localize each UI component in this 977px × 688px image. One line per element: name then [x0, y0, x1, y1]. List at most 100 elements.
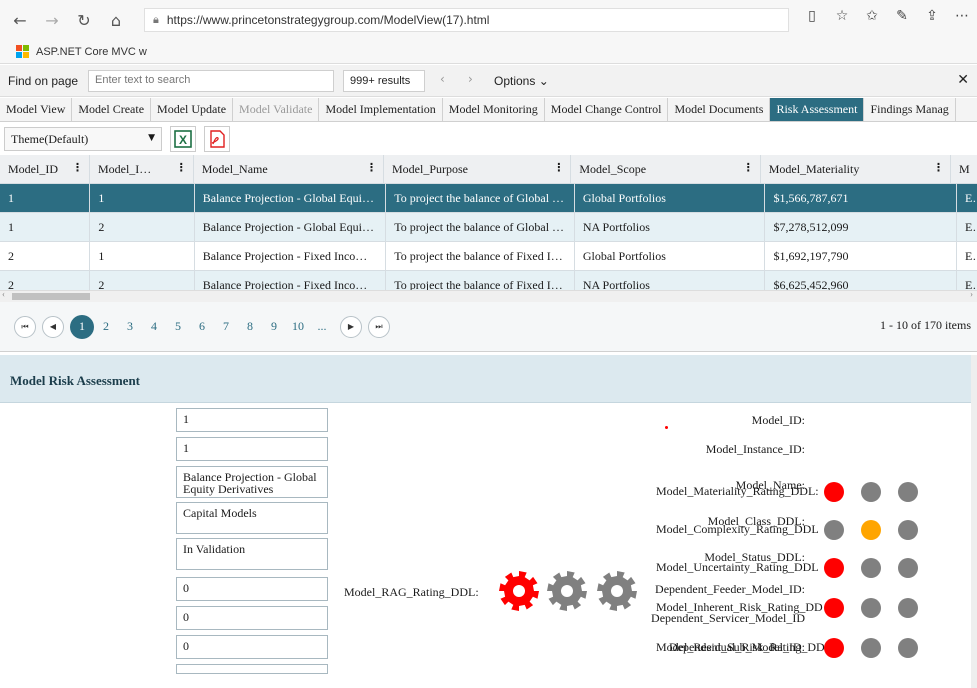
page-number[interactable]: 6	[190, 315, 214, 339]
tab-findings-manag[interactable]: Findings Manag	[864, 98, 956, 121]
rating-dot[interactable]	[861, 482, 881, 502]
rating-dot[interactable]	[898, 558, 918, 578]
table-cell: To project the balance of Fixed I…	[386, 242, 575, 270]
column-header-label: Model_I…	[97, 162, 152, 176]
field-input[interactable]: 1	[176, 408, 328, 432]
favorites-hub-icon[interactable]: ✩	[857, 8, 887, 24]
table-cell: 2	[90, 213, 195, 241]
tab-model-monitoring[interactable]: Model Monitoring	[443, 98, 545, 121]
field-input[interactable]: 1	[176, 437, 328, 461]
more-icon[interactable]: ⋯	[947, 8, 977, 24]
column-header[interactable]: Model_Name ⋮	[194, 155, 385, 183]
rating-dot[interactable]	[861, 520, 881, 540]
favorite-link[interactable]: ASP.NET Core MVC w	[36, 46, 147, 58]
rating-dot[interactable]	[824, 598, 844, 618]
scroll-right-icon[interactable]: ›	[970, 289, 973, 299]
field-input[interactable]: 0	[176, 606, 328, 630]
home-icon[interactable]: ⌂	[102, 6, 130, 34]
field-input[interactable]: Balance Projection - Global Equity Deriv…	[176, 466, 328, 498]
column-menu-icon[interactable]: ⋮	[553, 161, 564, 174]
rating-dot[interactable]	[824, 638, 844, 658]
column-menu-icon[interactable]: ⋮	[743, 161, 754, 174]
find-input[interactable]: Enter text to search	[88, 70, 334, 92]
table-cell: 1	[0, 184, 91, 212]
excel-export-icon[interactable]: X	[170, 126, 196, 152]
favorite-star-icon[interactable]: ☆	[827, 8, 857, 24]
theme-select[interactable]: Theme(Default) ▼	[4, 127, 162, 151]
forward-icon[interactable]: →	[38, 6, 66, 34]
share-icon[interactable]: ⇪	[917, 8, 947, 24]
column-menu-icon[interactable]: ⋮	[72, 161, 83, 174]
column-menu-icon[interactable]: ⋮	[366, 161, 377, 174]
find-options-button[interactable]: Options ⌄	[494, 74, 549, 88]
gear-icon[interactable]	[546, 570, 588, 616]
page-number[interactable]: 2	[94, 315, 118, 339]
field-input[interactable]: 0	[176, 577, 328, 601]
last-page-icon[interactable]: ⏭	[368, 315, 390, 338]
gear-icon[interactable]	[596, 570, 638, 616]
rating-dot[interactable]	[898, 520, 918, 540]
field-label: Model_Instance_ID:	[705, 442, 805, 456]
table-row[interactable]: 1 2 Balance Projection - Global Equi… To pr…	[0, 213, 977, 242]
table-cell: E	[965, 191, 973, 205]
page-number[interactable]: 1	[70, 314, 94, 339]
address-bar[interactable]: 🔒︎ https://www.princetonstrategygroup.co…	[144, 8, 789, 32]
horizontal-scrollbar[interactable]: ‹ ›	[0, 289, 977, 302]
column-header[interactable]: Model_ID ⋮	[0, 155, 90, 183]
scroll-left-icon[interactable]: ‹	[2, 289, 5, 299]
table-row[interactable]: 1 1 Balance Projection - Global Equi… To pr…	[0, 184, 977, 213]
find-next-icon[interactable]: ›	[468, 72, 473, 86]
refresh-icon[interactable]: ↻	[70, 6, 98, 34]
rating-dot[interactable]	[824, 482, 844, 502]
prev-page-icon[interactable]: ◀	[42, 315, 64, 338]
tab-model-documents[interactable]: Model Documents	[668, 98, 771, 121]
page-number[interactable]: 5	[166, 315, 190, 339]
field-input[interactable]: 0	[176, 635, 328, 659]
close-find-icon[interactable]: ✕	[957, 72, 969, 88]
tab-model-update[interactable]: Model Update	[151, 98, 234, 121]
rating-dot[interactable]	[898, 598, 918, 618]
rating-dot[interactable]	[861, 558, 881, 578]
scroll-thumb[interactable]	[12, 293, 90, 300]
page-number[interactable]: ...	[310, 315, 334, 339]
reading-view-icon[interactable]: ▯	[797, 8, 827, 24]
page-number[interactable]: 4	[142, 315, 166, 339]
next-page-icon[interactable]: ▶	[340, 315, 362, 338]
rating-dot[interactable]	[898, 638, 918, 658]
field-input[interactable]: Capital Models	[176, 502, 328, 534]
page-number[interactable]: 10	[286, 315, 310, 339]
rating-dot[interactable]	[824, 558, 844, 578]
page-number[interactable]: 9	[262, 315, 286, 339]
tab-model-change-control[interactable]: Model Change Control	[545, 98, 669, 121]
pdf-export-icon[interactable]	[204, 126, 230, 152]
column-menu-icon[interactable]: ⋮	[933, 161, 944, 174]
column-header[interactable]: Model_Materiality ⋮	[761, 155, 952, 183]
back-icon[interactable]: ←	[6, 6, 34, 34]
vertical-scrollbar[interactable]	[971, 355, 977, 688]
column-header[interactable]: Model_Scope ⋮	[571, 155, 761, 183]
find-prev-icon[interactable]: ‹	[440, 72, 445, 86]
rating-dot[interactable]	[898, 482, 918, 502]
tab-model-implementation[interactable]: Model Implementation	[319, 98, 443, 121]
tab-model-view[interactable]: Model View	[0, 98, 73, 121]
rating-dot[interactable]	[824, 520, 844, 540]
gear-icon[interactable]	[498, 570, 540, 616]
tab-model-create[interactable]: Model Create	[72, 98, 152, 121]
favorites-bar: ASP.NET Core MVC w	[0, 40, 977, 64]
rating-dot[interactable]	[861, 638, 881, 658]
first-page-icon[interactable]: ⏮	[14, 315, 36, 338]
page-number[interactable]: 7	[214, 315, 238, 339]
field-input[interactable]: In Validation	[176, 538, 328, 570]
field-input[interactable]	[176, 664, 328, 674]
pen-icon[interactable]: ✎	[887, 8, 917, 24]
column-menu-icon[interactable]: ⋮	[176, 161, 187, 174]
rating-dot[interactable]	[861, 598, 881, 618]
table-row[interactable]: 2 1 Balance Projection - Fixed Inco… To pro…	[0, 242, 977, 271]
page-number[interactable]: 3	[118, 315, 142, 339]
column-header[interactable]: Model_Purpose ⋮	[384, 155, 572, 183]
panel-title: Model Risk Assessment	[0, 355, 977, 403]
column-header[interactable]: M	[951, 155, 977, 183]
page-number[interactable]: 8	[238, 315, 262, 339]
tab-risk-assessment[interactable]: Risk Assessment	[770, 98, 865, 121]
column-header[interactable]: Model_I… ⋮	[90, 155, 194, 183]
